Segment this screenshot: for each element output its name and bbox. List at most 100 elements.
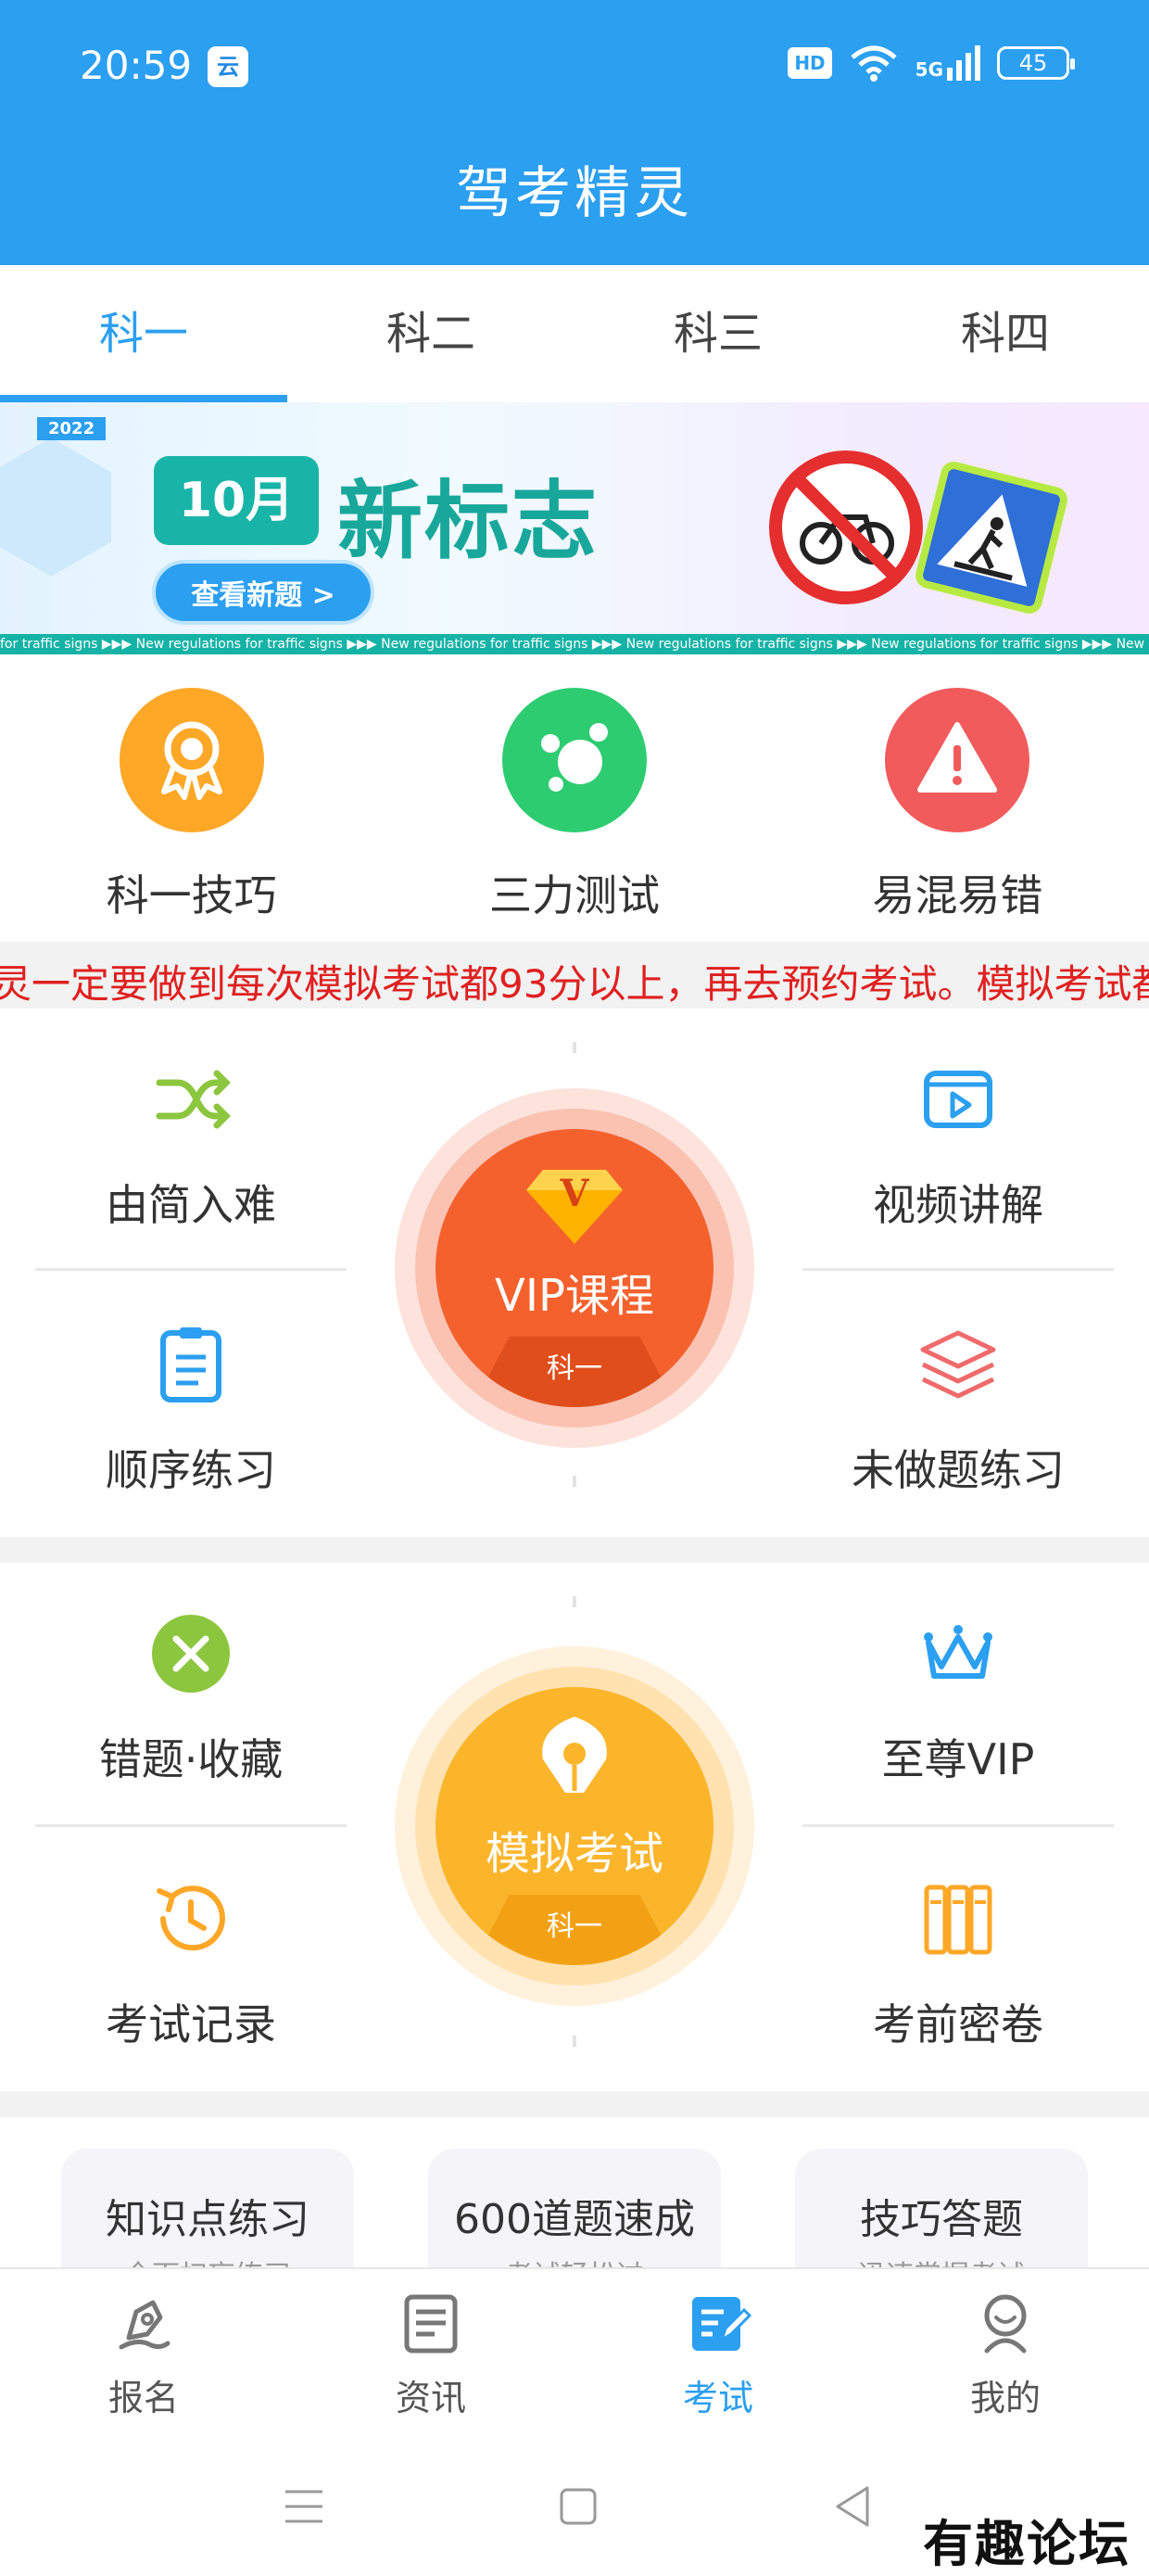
divider [802,1268,1114,1271]
divider [35,1268,347,1271]
warning-icon [885,688,1030,832]
battery-icon: 45 [997,46,1075,80]
mock-exam-button[interactable]: 模拟考试 科一 [395,1646,754,2006]
divider-dot [573,1596,576,1607]
watermark: 有趣论坛 [923,2514,1130,2573]
promo-banner[interactable]: 2022 10月 新标志 查看新题 > for traffic signs ▶▶… [0,402,1149,654]
subject-tabs: 科一 科二 科三 科四 [0,265,1149,402]
tab-subject-4[interactable]: 科四 [862,265,1149,402]
hd-icon: HD [788,47,832,79]
user-icon [984,2294,1027,2354]
news-icon [404,2294,458,2354]
unanswered-practice-button[interactable]: 未做题练习 [767,1274,1149,1539]
nav-label: 我的 [969,2378,1041,2418]
practice-panel: 由简入难 视频讲解 顺序练习 未做题练习 V VIP课程 科一 [0,1009,1149,1537]
notice-text: 灵一定要做到每次模拟考试都93分以上，再去预约考试。模拟考试都 [0,961,1149,1007]
card-title: 知识点练习 [106,2196,309,2243]
divider [802,1824,1114,1827]
vip-course-title: VIP课程 [495,1270,654,1322]
sequential-practice-label: 顺序练习 [106,1445,276,1495]
card-subtitle: 全面扫盲练习 [61,2252,354,2267]
quick-action-easy-mistakes[interactable]: 易混易错 [766,654,1149,942]
video-explanation-button[interactable]: 视频讲解 [767,1009,1149,1274]
home-icon[interactable] [556,2484,600,2529]
sequential-practice-button[interactable]: 顺序练习 [0,1274,382,1539]
quick-action-subject1-tips[interactable]: 科一技巧 [0,654,383,942]
status-time: 20:59 [80,43,193,88]
mock-exam-ring: 模拟考试 科一 [415,1667,734,1986]
tab-subject-2[interactable]: 科二 [287,265,574,402]
section-separator [0,1537,1149,1563]
card-title: 技巧答题 [860,2196,1023,2243]
exam-history-button[interactable]: 考试记录 [0,1828,382,2093]
nav-label: 资讯 [395,2378,466,2418]
exam-icon [692,2297,751,2351]
layers-icon [920,1330,996,1399]
shuffle-icon [156,1070,231,1129]
knowledge-practice-card[interactable]: 知识点练习 全面扫盲练习 [61,2149,354,2267]
exam-history-label: 考试记录 [106,1999,276,2049]
bubbles-icon [501,688,647,832]
mock-exam-subject: 科一 [473,1895,676,1965]
section-separator [0,2091,1149,2117]
status-indicators: HD 5G 45 [788,44,1075,82]
divider-dot [573,2036,576,2047]
hexagon-decoration [0,438,111,577]
tab-subject-3[interactable]: 科三 [574,265,862,402]
notification-app-icon: 云 [208,46,248,87]
easy-to-hard-button[interactable]: 由简入难 [0,1009,382,1274]
divider-dot [573,1042,576,1053]
supreme-vip-button[interactable]: 至尊VIP [767,1563,1149,1828]
medal-icon [119,688,264,832]
divider-dot [573,1476,576,1487]
pen-nib-icon [542,1717,607,1793]
history-icon [157,1885,225,1951]
nav-label: 报名 [107,2378,179,2418]
600-questions-card[interactable]: 600道题速成 考试轻松过 [428,2149,721,2267]
mistakes-favorites-label: 错题·收藏 [98,1734,284,1784]
crown-icon [924,1625,992,1679]
unanswered-practice-label: 未做题练习 [852,1445,1065,1495]
card-subtitle: 迅速掌握考试 [795,2252,1088,2267]
nav-profile[interactable]: 我的 [862,2269,1149,2440]
quick-action-label: 科一技巧 [106,870,277,920]
banner-month: 10月 [154,456,319,545]
banner-headline: 新标志 [337,472,600,571]
vip-badge: V [560,1172,589,1215]
secret-papers-label: 考前密卷 [873,1999,1043,2049]
mistakes-favorites-button[interactable]: 错题·收藏 [0,1563,382,1828]
quick-actions: 科一技巧 三力测试 易混易错 [0,654,1149,942]
view-new-questions-button[interactable]: 查看新题 > [152,560,374,625]
cell-signal-icon: 5G [915,45,980,81]
mock-exam-core: 模拟考试 科一 [436,1687,713,1965]
tab-subject-1[interactable]: 科一 [0,265,287,402]
nav-label: 考试 [682,2378,753,2418]
supreme-vip-label: 至尊VIP [881,1734,1035,1784]
video-explanation-label: 视频讲解 [873,1180,1043,1230]
no-motorbike-sign-icon [769,450,923,604]
menu-icon[interactable] [282,2484,326,2529]
nav-exam[interactable]: 考试 [574,2269,862,2440]
tips-answering-card[interactable]: 技巧答题 迅速掌握考试 [795,2149,1088,2267]
app-header: 20:59 云 HD 5G 45 驾考精灵 [0,0,1149,265]
secret-papers-button[interactable]: 考前密卷 [767,1828,1149,2093]
nav-register[interactable]: 报名 [0,2269,287,2440]
quick-action-three-abilities-test[interactable]: 三力测试 [383,654,765,942]
card-subtitle: 考试轻松过 [428,2252,721,2267]
vip-course-button[interactable]: V VIP课程 科一 [395,1088,754,1448]
vip-core: V VIP课程 科一 [436,1129,713,1407]
banner-year: 2022 [37,417,107,440]
nav-news[interactable]: 资讯 [287,2269,574,2440]
back-icon[interactable] [830,2482,875,2531]
card-title: 600道题速成 [454,2196,695,2243]
clipboard-icon [160,1327,221,1402]
video-icon [924,1071,992,1128]
bottom-navigation: 报名 资讯 考试 我的 [0,2267,1149,2440]
network-type: 5G [915,58,943,81]
vip-course-subject: 科一 [473,1337,676,1407]
pen-icon [119,2300,170,2350]
page-title: 驾考精灵 [456,161,693,226]
quick-action-label: 易混易错 [872,870,1043,920]
easy-to-hard-label: 由简入难 [106,1180,276,1230]
pedestrian-crossing-sign-icon [913,459,1070,616]
